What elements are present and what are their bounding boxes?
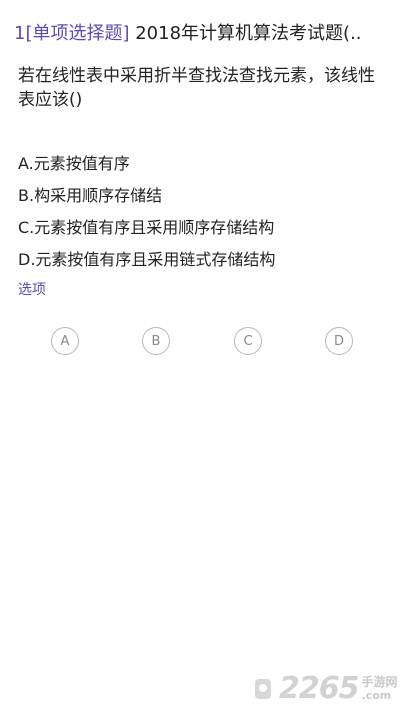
watermark-cn: 手游网 (361, 675, 398, 689)
question-line-2: 表应该() (18, 90, 83, 110)
watermark-digits: 2265 (279, 671, 359, 706)
choice-c-button[interactable]: C (234, 327, 262, 355)
option-c: C.元素按值有序且采用顺序存储结构 (18, 218, 275, 237)
watermark-side: 手游网 .com (362, 675, 398, 703)
question-line-1: 若在线性表中采用折半查找法查找元素，该线性 (18, 66, 375, 86)
question-text: 若在线性表中采用折半查找法查找元素，该线性 表应该() (18, 64, 388, 112)
option-b: B.构采用顺序存储结 (18, 186, 163, 205)
choice-d-button[interactable]: D (325, 327, 353, 355)
option-a: A.元素按值有序 (18, 154, 130, 173)
choice-a-button[interactable]: A (51, 327, 79, 355)
watermark-logo-icon (253, 676, 275, 702)
option-list: A.元素按值有序 B.构采用顺序存储结 C.元素按值有序且采用顺序存储结构 D.… (18, 148, 388, 276)
option-d: D.元素按值有序且采用链式存储结构 (18, 250, 276, 269)
choice-b-button[interactable]: B (142, 327, 170, 355)
exam-title: 2018年计算机算法考试题(.. (135, 23, 362, 44)
question-number-tag: 1[单项选择题] (14, 23, 130, 44)
answer-section-label: 选项 (18, 282, 46, 298)
question-header: 1[单项选择题] 2018年计算机算法考试题(.. (14, 22, 394, 46)
answer-choice-row: A B C D (0, 327, 405, 357)
site-watermark: 2265 手游网 .com (253, 668, 398, 710)
watermark-suffix: .com (361, 689, 392, 702)
